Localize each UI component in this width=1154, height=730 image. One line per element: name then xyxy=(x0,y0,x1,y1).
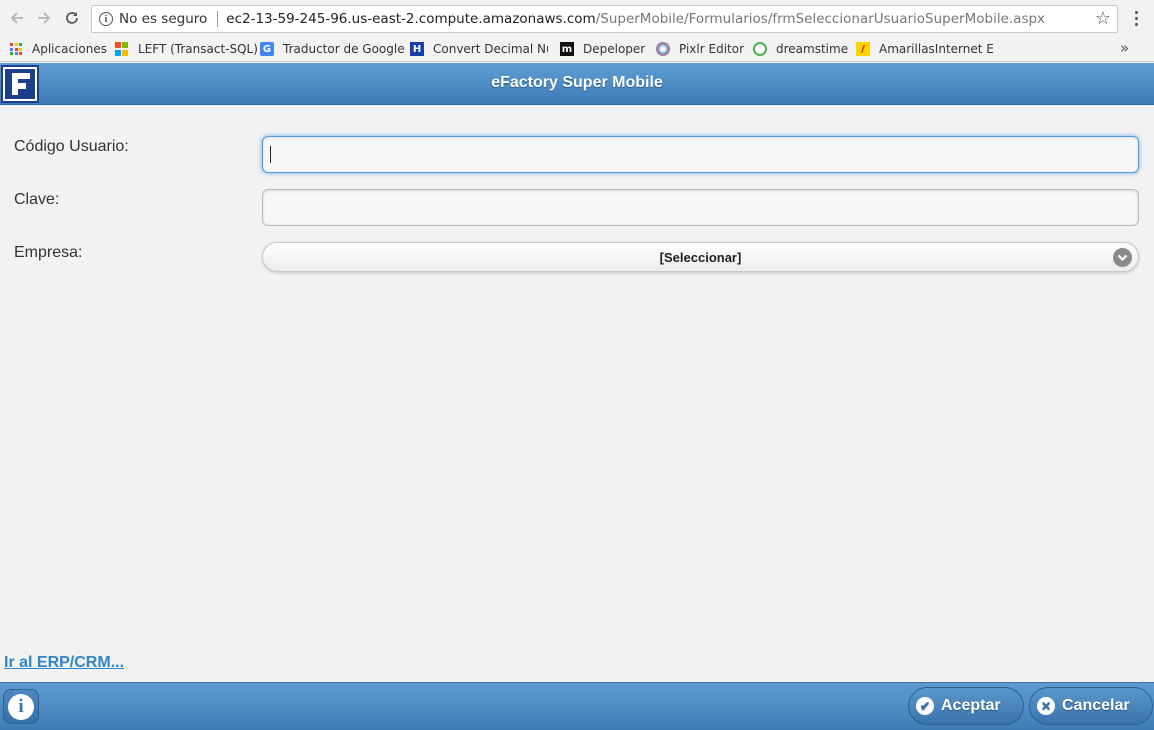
text-caret xyxy=(270,146,271,163)
password-input[interactable] xyxy=(262,189,1139,226)
bookmark-depeloper[interactable]: m Depeloper xyxy=(560,40,645,58)
star-icon[interactable]: ☆ xyxy=(1095,8,1111,29)
address-bar[interactable]: i No es seguro ec2-13-59-245-96.us-east-… xyxy=(91,5,1118,33)
bookmark-left-transact-sql[interactable]: LEFT (Transact-SQL) xyxy=(115,40,258,58)
company-select[interactable]: [Seleccionar] xyxy=(262,242,1139,272)
apps-grid-icon xyxy=(9,42,23,56)
security-label: No es seguro xyxy=(119,11,208,27)
info-icon[interactable]: i xyxy=(99,12,113,26)
m-letter-icon: m xyxy=(560,42,574,56)
back-button[interactable] xyxy=(7,8,27,28)
cancel-button[interactable]: ✕ Cancelar xyxy=(1029,687,1153,725)
bookmark-label: Depeloper xyxy=(583,42,646,56)
amarillas-icon: / xyxy=(856,42,870,56)
microsoft-icon xyxy=(115,42,129,56)
url-separator xyxy=(217,11,219,27)
forward-button[interactable] xyxy=(34,8,54,28)
accept-label: Aceptar xyxy=(941,697,1001,714)
bookmark-label: Pixlr Editor xyxy=(679,42,745,56)
bookmark-google-translate[interactable]: G Traductor de Google xyxy=(260,40,405,58)
password-label: Clave: xyxy=(14,191,60,208)
chevron-down-icon xyxy=(1113,248,1132,267)
bookmark-label: Aplicaciones xyxy=(32,42,107,56)
chevron-double-right-icon[interactable]: » xyxy=(1120,39,1129,57)
arrow-right-icon xyxy=(38,12,51,24)
google-translate-icon: G xyxy=(260,42,274,56)
reload-icon xyxy=(66,12,78,24)
bookmark-apps[interactable]: Aplicaciones xyxy=(9,40,107,58)
check-icon: ✔ xyxy=(916,697,934,715)
bookmark-amarillas-internet[interactable]: / AmarillasInternet Esp xyxy=(856,40,994,58)
accept-button[interactable]: ✔ Aceptar xyxy=(908,687,1024,725)
user-code-input[interactable] xyxy=(262,136,1139,173)
bookmark-label: Convert Decimal Nu xyxy=(433,42,548,56)
browser-toolbar: i No es seguro ec2-13-59-245-96.us-east-… xyxy=(0,0,1154,36)
url-path: /SuperMobile/Formularios/frmSeleccionarU… xyxy=(595,11,1046,27)
h-letter-icon: H xyxy=(410,42,424,56)
bookmark-convert-decimal[interactable]: H Convert Decimal Nu xyxy=(410,40,548,58)
user-code-label: Código Usuario: xyxy=(14,138,129,155)
app-header: eFactory Super Mobile xyxy=(0,63,1154,105)
url-host: ec2-13-59-245-96.us-east-2.compute.amazo… xyxy=(226,11,596,27)
bookmark-label: dreamstime xyxy=(776,42,849,56)
bookmark-dreamstime[interactable]: dreamstime xyxy=(753,40,848,58)
close-icon: ✕ xyxy=(1037,697,1055,715)
app-footer: i ✔ Aceptar ✕ Cancelar xyxy=(0,682,1154,730)
pixlr-icon xyxy=(656,42,670,56)
bookmarks-bar: Aplicaciones LEFT (Transact-SQL) G Tradu… xyxy=(0,36,1154,62)
reload-button[interactable] xyxy=(62,8,82,28)
bookmark-label: LEFT (Transact-SQL) xyxy=(138,42,258,56)
company-selected-value: [Seleccionar] xyxy=(659,250,742,265)
bookmark-label: AmarillasInternet Esp xyxy=(879,42,994,56)
bookmark-label: Traductor de Google xyxy=(283,42,405,56)
page-title: eFactory Super Mobile xyxy=(491,74,663,91)
browser-menu-icon[interactable] xyxy=(1130,8,1142,28)
cancel-label: Cancelar xyxy=(1062,697,1130,714)
info-icon: i xyxy=(8,693,34,720)
arrow-left-icon xyxy=(10,12,23,24)
info-button[interactable]: i xyxy=(3,689,39,724)
dreamstime-icon xyxy=(753,42,767,56)
bookmark-pixlr-editor[interactable]: Pixlr Editor xyxy=(656,40,744,58)
company-label: Empresa: xyxy=(14,244,83,261)
erp-crm-link[interactable]: Ir al ERP/CRM... xyxy=(4,654,124,672)
